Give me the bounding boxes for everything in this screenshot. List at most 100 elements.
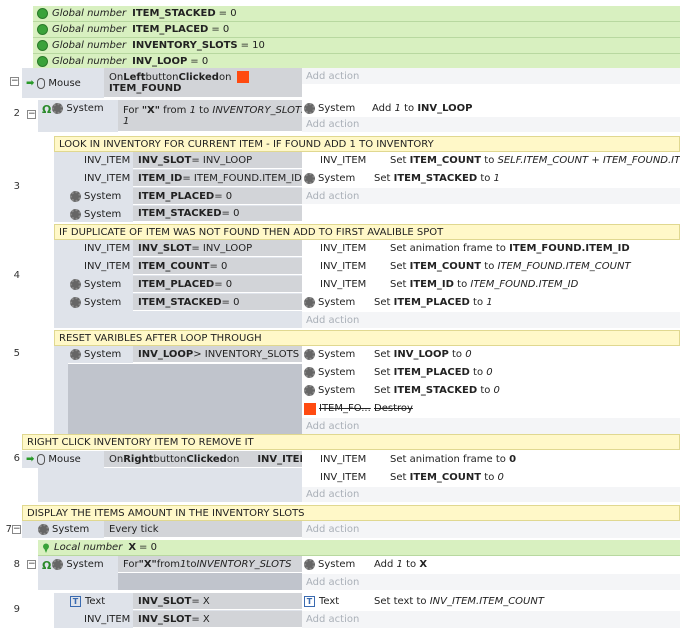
global-var-row[interactable]: Global number ITEM_STACKED = 0: [33, 6, 680, 22]
action-object: INV_ITEM: [302, 454, 386, 465]
collapse-toggle[interactable]: −: [10, 77, 19, 86]
collapse-toggle[interactable]: −: [12, 525, 21, 534]
condition-row[interactable]: ITEM_PLACED = 0: [133, 276, 302, 293]
condition-object[interactable]: System: [66, 346, 134, 363]
comment-row[interactable]: DISPLAY THE ITEMS AMOUNT IN THE INVENTOR…: [22, 505, 680, 521]
action-object-name: INV_ITEM: [320, 454, 367, 465]
cond-text: = 0: [209, 260, 228, 272]
event-object-system[interactable]: Ω System: [38, 556, 118, 590]
condition-row[interactable]: ITEM_ID = ITEM_FOUND.ITEM_ID: [133, 170, 302, 187]
event-number: 9: [13, 604, 20, 615]
event-object-mouse[interactable]: ➡ Mouse: [22, 68, 104, 98]
action-row[interactable]: INV_ITEM Set animation frame to 0: [302, 451, 680, 468]
condition-row[interactable]: INV_SLOT = X: [133, 593, 302, 610]
cond-text: = X: [191, 595, 210, 607]
cond-bold: INV_SLOT: [138, 242, 192, 254]
condition-object[interactable]: System: [66, 276, 132, 293]
action-row[interactable]: INV_ITEM Set ITEM_COUNT to SELF.ITEM_COU…: [302, 152, 680, 169]
global-var-row[interactable]: Global number INVENTORY_SLOTS = 10: [33, 38, 680, 54]
action-row[interactable]: System Set ITEM_STACKED to 1: [302, 170, 680, 187]
global-keyword: Global number: [52, 24, 127, 35]
cond-text: on: [226, 453, 240, 465]
condition-row[interactable]: INV_SLOT = INV_LOOP: [133, 240, 302, 257]
cond-text: button: [145, 71, 179, 83]
cond-bold: INV_SLOT: [138, 613, 192, 625]
add-action-link[interactable]: Add action: [302, 521, 680, 538]
action-row[interactable]: INV_ITEM Set ITEM_ID to ITEM_FOUND.ITEM_…: [302, 276, 680, 293]
condition-row[interactable]: INV_SLOT = INV_LOOP: [133, 152, 302, 169]
cond-text: = 0: [221, 296, 240, 308]
local-var-row[interactable]: Local number X = 0: [38, 540, 680, 556]
global-var-row[interactable]: Global number ITEM_PLACED = 0: [33, 22, 680, 38]
action-row[interactable]: System Set INV_LOOP to 0: [302, 346, 680, 363]
condition-row[interactable]: INV_SLOT = X: [133, 611, 302, 628]
condition-row[interactable]: ITEM_STACKED = 0: [133, 206, 302, 222]
add-action-link[interactable]: Add action: [302, 418, 680, 434]
event-object-system[interactable]: System: [22, 521, 104, 538]
global-value: = 10: [240, 40, 265, 51]
act-text: Add: [372, 102, 395, 114]
event-object-mouse[interactable]: ➡ Mouse: [22, 451, 104, 468]
condition-object[interactable]: System: [66, 206, 132, 222]
action-row[interactable]: INV_ITEM Set animation frame to ITEM_FOU…: [302, 240, 680, 257]
event-block-bg: [118, 573, 302, 590]
act-bold: ITEM_COUNT: [409, 155, 482, 166]
condition-row[interactable]: ITEM_STACKED = 0: [133, 294, 302, 311]
act-italic: 0: [465, 349, 472, 360]
local-keyword: Local number: [54, 542, 123, 553]
comment-row[interactable]: RESET VARIBLES AFTER LOOP THROUGH: [54, 330, 680, 346]
condition-for-loop[interactable]: For "X" from 1 to INVENTORY_SLOTS: [118, 556, 302, 573]
gear-icon: [304, 173, 315, 184]
condition-row[interactable]: ITEM_PLACED = 0: [133, 188, 302, 205]
comment-row[interactable]: IF DUPLICATE OF ITEM WAS NOT FOUND THEN …: [54, 224, 680, 240]
comment-row[interactable]: RIGHT CLICK INVENTORY ITEM TO REMOVE IT: [22, 434, 680, 450]
object-name: INV_ITEM: [84, 261, 131, 272]
act-italic: 1: [486, 297, 493, 308]
condition-object[interactable]: INV_ITEM: [80, 258, 132, 275]
add-action-link[interactable]: Add action: [302, 312, 680, 328]
event-object-system[interactable]: Ω System: [38, 100, 118, 132]
action-row[interactable]: System Add 1 to INV_LOOP: [302, 100, 680, 116]
add-action-link[interactable]: Add action: [302, 611, 680, 628]
add-action-link[interactable]: Add action: [302, 574, 680, 590]
action-object-name: INV_ITEM: [320, 243, 367, 254]
condition-row[interactable]: INV_LOOP > INVENTORY_SLOTS: [133, 346, 302, 363]
comment-row[interactable]: LOOK IN INVENTORY FOR CURRENT ITEM - IF …: [54, 136, 680, 152]
add-action-link[interactable]: Add action: [302, 68, 680, 84]
condition-mouse-clicked[interactable]: On Left button Clicked on ITEM_FOUND: [104, 68, 302, 98]
cond-italic: INVENTORY_SLOTS +: [212, 104, 302, 116]
condition-object[interactable]: T Text: [66, 593, 132, 610]
action-row[interactable]: System Set ITEM_STACKED to 0: [302, 382, 680, 399]
condition-mouse-clicked[interactable]: On Right button Clicked on INV_ITEM: [104, 451, 302, 468]
action-text: Set text to INV_ITEM.ITEM_COUNT: [370, 596, 544, 607]
act-italic: 0: [497, 472, 504, 483]
global-keyword: Global number: [52, 56, 127, 67]
condition-object[interactable]: INV_ITEM: [80, 611, 132, 628]
add-action-link[interactable]: Add action: [302, 188, 680, 204]
act-italic: 0: [486, 367, 493, 378]
action-row[interactable]: System Set ITEM_PLACED to 0: [302, 364, 680, 381]
action-row[interactable]: T Text Set text to INV_ITEM.ITEM_COUNT: [302, 593, 680, 610]
cond-italic: INVENTORY_SLOTS: [196, 558, 292, 570]
action-row[interactable]: System Set ITEM_PLACED to 1: [302, 294, 680, 311]
add-action-link[interactable]: Add action: [302, 117, 680, 132]
condition-object[interactable]: INV_ITEM: [80, 152, 132, 169]
condition-row[interactable]: ITEM_COUNT = 0: [133, 258, 302, 275]
add-action-link[interactable]: Add action: [302, 487, 680, 502]
action-row[interactable]: ITEM_FO... Destroy: [302, 400, 680, 417]
action-row[interactable]: System Add 1 to X: [302, 556, 680, 573]
gear-icon: [70, 297, 81, 308]
cond-text: = ITEM_FOUND.ITEM_ID: [182, 172, 302, 184]
object-name: System: [84, 349, 122, 360]
condition-object[interactable]: INV_ITEM: [80, 170, 132, 187]
action-row[interactable]: INV_ITEM Set ITEM_COUNT to 0: [302, 469, 680, 486]
collapse-toggle[interactable]: −: [27, 110, 36, 119]
condition-object[interactable]: System: [66, 294, 132, 311]
condition-object[interactable]: INV_ITEM: [80, 240, 132, 257]
condition-object[interactable]: System: [66, 188, 132, 205]
action-row[interactable]: INV_ITEM Set ITEM_COUNT to ITEM_FOUND.IT…: [302, 258, 680, 275]
condition-every-tick[interactable]: Every tick: [104, 521, 302, 538]
action-text: Set ITEM_ID to ITEM_FOUND.ITEM_ID: [386, 279, 578, 290]
condition-for-loop[interactable]: For "X" from 1 to INVENTORY_SLOTS + 1: [118, 100, 302, 132]
collapse-toggle[interactable]: −: [27, 560, 36, 569]
